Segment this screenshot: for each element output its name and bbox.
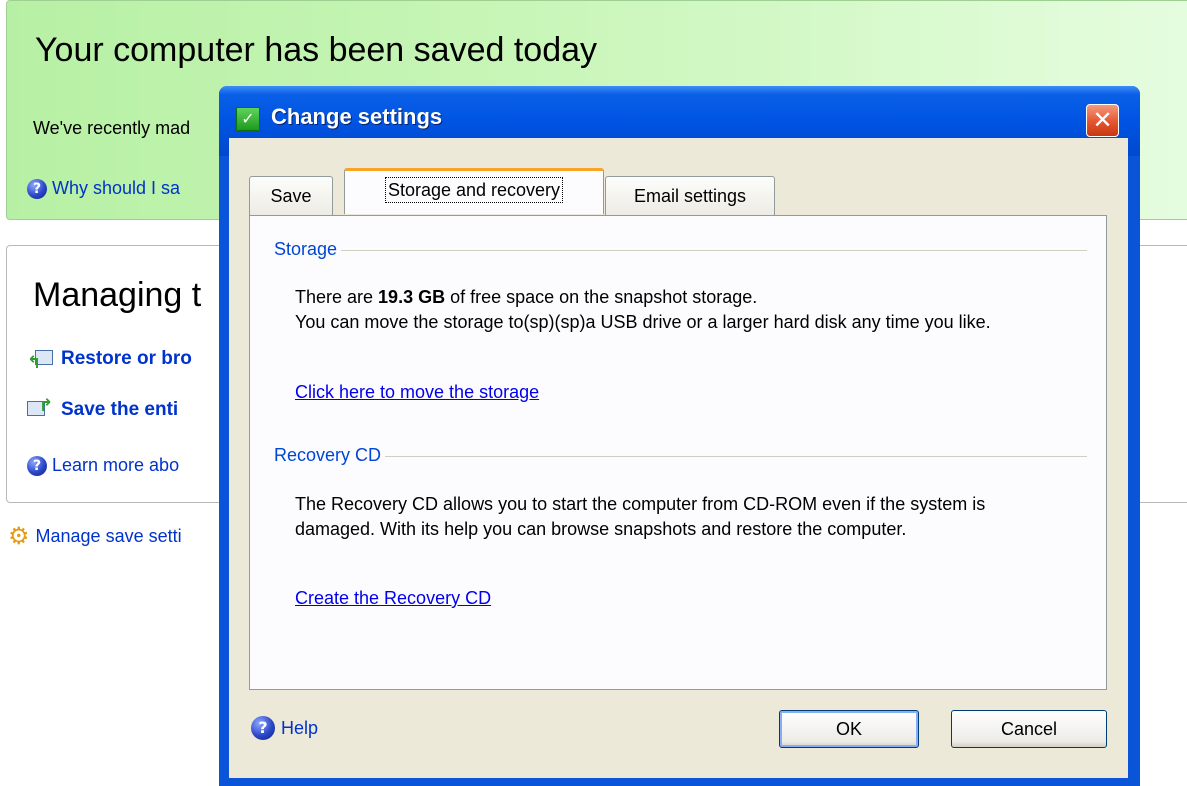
tab-storage-label: Storage and recovery: [384, 177, 564, 203]
help-icon: ?: [251, 716, 275, 740]
change-settings-dialog: ✓ Change settings ✕ Save Storage and rec…: [219, 86, 1140, 786]
tab-save[interactable]: Save: [249, 176, 333, 216]
storage-free-space-text: There are 19.3 GB of free space on the s…: [295, 287, 758, 307]
tab-storage-and-recovery[interactable]: Storage and recovery: [344, 168, 604, 214]
manage-save-settings-label: Manage save setti: [35, 525, 182, 546]
storage-move-text: You can move the storage to(sp)(sp)a USB…: [295, 312, 991, 332]
learn-more-link[interactable]: ? Learn more abo: [27, 455, 179, 476]
storage-heading: Storage: [274, 239, 342, 260]
recovery-divider: [274, 456, 1087, 457]
why-save-label: Why should I sa: [52, 178, 181, 198]
help-link[interactable]: ? Help: [251, 716, 318, 740]
tab-email-label: Email settings: [633, 186, 747, 206]
cancel-button[interactable]: Cancel: [951, 710, 1107, 748]
recovery-description: The Recovery CD allows you to start the …: [295, 494, 986, 539]
manage-title: Managing t: [33, 276, 202, 314]
status-description: We've recently mad: [33, 118, 191, 138]
help-label: Help: [281, 717, 319, 738]
restore-label: Restore or bro: [61, 348, 192, 369]
save-entire-icon: ↱: [27, 398, 53, 421]
restore-link[interactable]: ↰ Restore or bro: [27, 348, 192, 372]
question-icon: ?: [27, 178, 47, 199]
learn-more-label: Learn more abo: [52, 455, 180, 475]
recovery-heading: Recovery CD: [274, 445, 386, 466]
create-recovery-cd-link[interactable]: Create the Recovery CD: [295, 588, 491, 609]
save-entire-link[interactable]: ↱ Save the enti: [27, 398, 179, 421]
status-title: Your computer has been saved today: [35, 31, 598, 69]
restore-icon: ↰: [27, 348, 53, 372]
shield-check-icon: ✓: [236, 107, 260, 131]
free-space-value: 19.3 GB: [378, 287, 446, 307]
question-icon: ?: [27, 455, 47, 476]
dialog-title: Change settings: [271, 104, 443, 129]
tab-save-label: Save: [270, 186, 312, 206]
move-storage-link[interactable]: Click here to move the storage: [295, 382, 539, 403]
why-save-link[interactable]: ? Why should I sa: [27, 178, 180, 199]
close-button[interactable]: ✕: [1086, 104, 1119, 137]
gear-icon: ⚙: [8, 522, 30, 550]
save-entire-label: Save the enti: [61, 399, 179, 420]
tab-email-settings[interactable]: Email settings: [605, 176, 775, 216]
storage-divider: [274, 250, 1087, 251]
ok-button[interactable]: OK: [779, 710, 919, 748]
dialog-client-area: Save Storage and recovery Email settings…: [229, 138, 1128, 778]
storage-recovery-page: Storage There are 19.3 GB of free space …: [249, 215, 1107, 690]
manage-save-settings-link[interactable]: ⚙ Manage save setti: [8, 524, 182, 548]
